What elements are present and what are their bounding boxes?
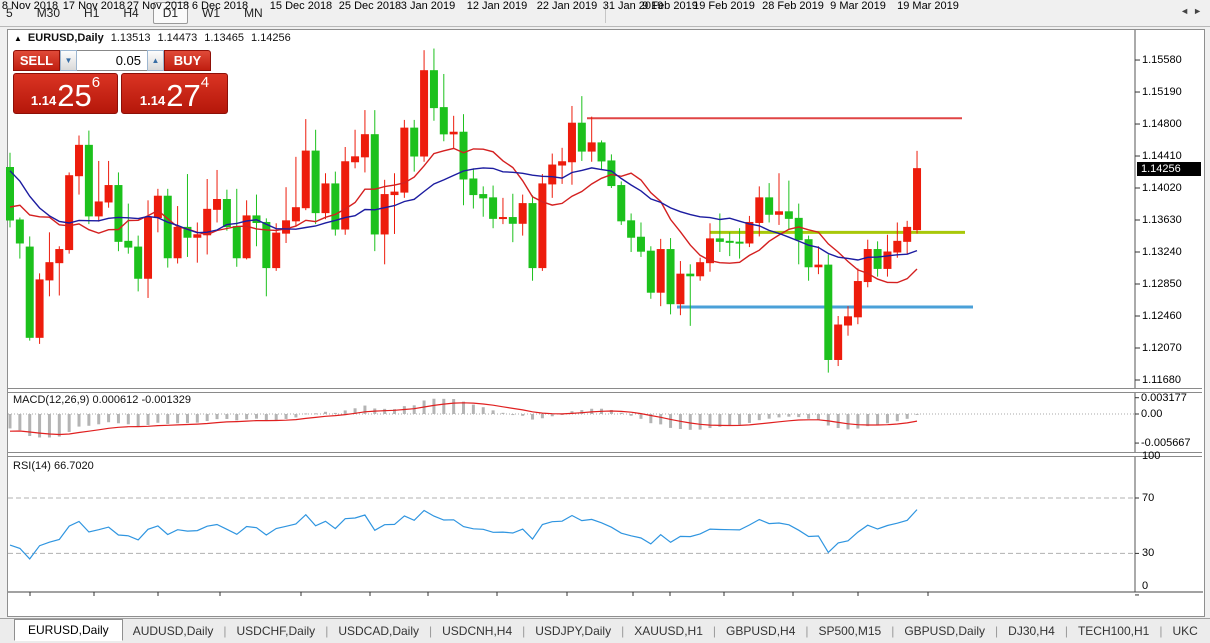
- bid-big-digits: 25: [57, 82, 91, 110]
- date-axis-label: 19 Mar 2019: [883, 0, 973, 12]
- macd-panel-splitter[interactable]: [8, 388, 1202, 393]
- date-axis-label: 6 Dec 2018: [175, 0, 265, 12]
- tab-usdcnh-h4[interactable]: USDCNH,H4: [432, 621, 522, 641]
- price-axis-label: 1.12460: [1142, 310, 1182, 322]
- tab-usdjpy-daily[interactable]: USDJPY,Daily: [525, 621, 621, 641]
- macd-label: MACD(12,26,9) 0.000612 -0.001329: [13, 394, 191, 406]
- price-axis-label: 1.15580: [1142, 54, 1182, 66]
- volume-down-button[interactable]: ▼: [60, 50, 77, 71]
- buy-button[interactable]: BUY: [164, 50, 211, 71]
- price-axis-label: 1.14020: [1142, 182, 1182, 194]
- bid-pip-digit: 6: [92, 76, 100, 90]
- volume-up-button[interactable]: ▲: [147, 50, 164, 71]
- tab-scroll-right-icon[interactable]: ►: [1193, 6, 1206, 16]
- ask-big-digits: 27: [166, 82, 200, 110]
- ask-price-tile[interactable]: 1.14 27 4: [121, 73, 228, 114]
- date-axis[interactable]: [8, 593, 1135, 614]
- rsi-axis-label: 0: [1142, 580, 1148, 592]
- tab-audusd-daily[interactable]: AUDUSD,Daily: [123, 621, 224, 641]
- price-axis-label: 1.13630: [1142, 214, 1182, 226]
- rsi-value: 66.7020: [54, 460, 94, 472]
- close-value: 1.14256: [251, 32, 291, 44]
- tab-gbpusd-daily[interactable]: GBPUSD,Daily: [894, 621, 995, 641]
- tab-dj30-h4[interactable]: DJ30,H4: [998, 621, 1065, 641]
- tab-sp500-m15[interactable]: SP500,M15: [809, 621, 892, 641]
- price-axis-label: 1.11680: [1142, 374, 1181, 386]
- symbol-label: EURUSD,Daily: [28, 32, 104, 44]
- open-value: 1.13513: [111, 32, 151, 44]
- rsi-chart[interactable]: [8, 457, 1135, 590]
- price-axis-label: 1.12850: [1142, 278, 1182, 290]
- volume-input[interactable]: [77, 50, 147, 71]
- tab-scroll-arrows: ◄►: [1180, 6, 1206, 16]
- ask-prefix: 1.14: [140, 93, 165, 108]
- macd-value: 0.000612: [92, 394, 138, 406]
- rsi-label: RSI(14) 66.7020: [13, 460, 94, 472]
- current-price-badge: 1.14256: [1137, 162, 1201, 176]
- price-axis-label: 1.14800: [1142, 118, 1182, 130]
- sell-button[interactable]: SELL: [13, 50, 60, 71]
- price-axis-label: 1.13240: [1142, 246, 1182, 258]
- collapse-panel-icon[interactable]: ▲: [14, 34, 22, 43]
- high-value: 1.14473: [157, 32, 197, 44]
- rsi-panel-splitter[interactable]: [8, 452, 1202, 457]
- price-axis-label: 1.15190: [1142, 86, 1182, 98]
- low-value: 1.13465: [204, 32, 244, 44]
- tab-eurusd-daily[interactable]: EURUSD,Daily: [14, 619, 123, 641]
- macd-axis-label: 0.00: [1141, 408, 1162, 420]
- rsi-axis-label: 70: [1142, 492, 1154, 504]
- macd-signal-value: -0.001329: [141, 394, 191, 406]
- tab-ukc[interactable]: UKC: [1162, 621, 1207, 641]
- bid-price-tile[interactable]: 1.14 25 6: [13, 73, 118, 114]
- tab-gbpusd-h4[interactable]: GBPUSD,H4: [716, 621, 805, 641]
- tab-scroll-left-icon[interactable]: ◄: [1180, 6, 1193, 16]
- bid-prefix: 1.14: [31, 93, 56, 108]
- price-axis-label: 1.14410: [1142, 150, 1182, 162]
- macd-axis-label: 0.003177: [1141, 392, 1187, 404]
- tab-usdchf-daily[interactable]: USDCHF,Daily: [227, 621, 326, 641]
- chart-header: ▲ EURUSD,Daily 1.13513 1.14473 1.13465 1.1425…: [14, 32, 291, 44]
- one-click-trade-panel: SELL ▼ ▲ BUY 1.14 25 6 1.14 27 4: [13, 50, 229, 114]
- price-axis-label: 1.12070: [1142, 342, 1182, 354]
- ask-pip-digit: 4: [201, 76, 209, 90]
- tab-xauusd-h1[interactable]: XAUUSD,H1: [624, 621, 713, 641]
- tab-tech100-h1[interactable]: TECH100,H1: [1068, 621, 1159, 641]
- tab-usdcad-daily[interactable]: USDCAD,Daily: [328, 621, 429, 641]
- macd-axis-label: -0.005667: [1141, 437, 1191, 449]
- rsi-axis-label: 100: [1142, 450, 1160, 462]
- rsi-axis-label: 30: [1142, 547, 1154, 559]
- chart-tab-bar: EURUSD,DailyAUDUSD,Daily|USDCHF,Daily|US…: [0, 618, 1210, 643]
